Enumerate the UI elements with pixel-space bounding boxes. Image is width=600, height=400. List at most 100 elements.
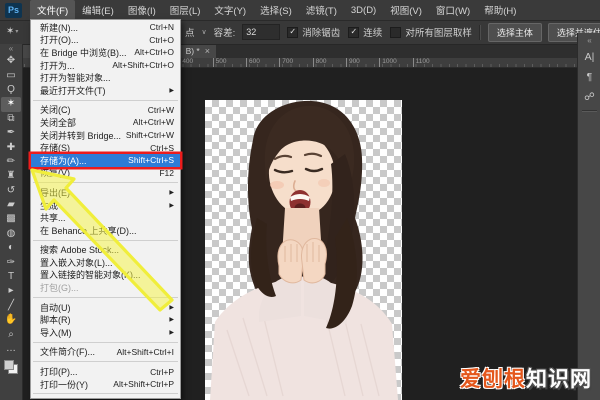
menubar-item[interactable]: 帮助(H) (477, 0, 523, 20)
menu-item-label: 搜索 Adobe Stock... (40, 243, 119, 256)
menubar-item[interactable]: 文字(Y) (207, 0, 253, 20)
dodge-tool[interactable]: ◐ (1, 241, 21, 255)
menu-item[interactable]: 存储为(A)... Shift+Ctrl+S ▶ (31, 154, 180, 167)
line-tool[interactable]: ╱ (1, 299, 21, 313)
brush-tool[interactable]: ✏ (1, 155, 21, 169)
menu-item[interactable]: 自动(U) ▶ (31, 301, 180, 314)
menu-item-shortcut: F12 (159, 168, 174, 178)
crop-tool[interactable]: ⧉ (1, 112, 21, 126)
gradient-tool[interactable]: ▩ (1, 212, 21, 226)
menubar-item[interactable]: 滤镜(T) (299, 0, 344, 20)
menubar-item[interactable]: 窗口(W) (429, 0, 477, 20)
tool-preset-picker[interactable]: ✶ ▾ (6, 23, 30, 40)
menu-item[interactable]: 脚本(R) ▶ (31, 313, 180, 326)
history-brush-tool[interactable]: ↺ (1, 184, 21, 198)
menu-item[interactable]: 置入链接的智能对象(K)... ▶ (31, 269, 180, 282)
menubar-item[interactable]: 文件(F) (30, 0, 75, 20)
move-tool[interactable]: ✥ (1, 54, 21, 68)
menu-item[interactable]: 关闭(C) Ctrl+W ▶ (31, 104, 180, 117)
menubar-item[interactable]: 选择(S) (253, 0, 299, 20)
path-select-tool[interactable]: ▸ (1, 284, 21, 298)
clone-stamp-tool[interactable]: ♜ (1, 169, 21, 183)
menu-item-label: 文件简介(F)... (40, 345, 95, 358)
menu-item[interactable]: 在 Behance 上共享(D)... ▶ (31, 224, 180, 237)
menu-item[interactable]: 恢复(V) F12 ▶ (31, 167, 180, 180)
type-tool[interactable]: T (1, 270, 21, 284)
menu-item[interactable]: ▶ (31, 390, 180, 397)
menu-item[interactable]: 在 Bridge 中浏览(B)... Alt+Ctrl+O ▶ (31, 46, 180, 59)
ruler-tick-label: 700 (279, 58, 312, 67)
paragraph-panel[interactable]: ¶ (579, 67, 600, 87)
caret-down-icon: ▾ (15, 28, 18, 35)
menu-item[interactable]: 关闭并转到 Bridge... Shift+Ctrl+W ▶ (31, 129, 180, 142)
options-checkbox[interactable]: ✓ 消除锯齿 (287, 25, 340, 39)
menu-item-label: 存储(S) (40, 141, 70, 154)
menu-item-label: 打印(P)... (40, 365, 78, 378)
watermark-orange-text: 爱刨根 (460, 368, 526, 391)
menu-item-label: 关闭并转到 Bridge... (40, 129, 121, 142)
more-tools[interactable]: … (1, 342, 21, 356)
menu-item[interactable]: 打包(G)... ▶ (31, 281, 180, 294)
character-panel[interactable]: A| (579, 47, 600, 67)
zoom-tool[interactable]: ⌕ (1, 327, 21, 341)
menu-item[interactable]: 新建(N)... Ctrl+N ▶ (31, 21, 180, 34)
menubar-item[interactable]: 3D(D) (344, 2, 383, 19)
options-checkbox[interactable]: ✓ 连续 (348, 25, 382, 39)
tolerance-input[interactable] (242, 24, 280, 40)
menubar-item[interactable]: 视图(V) (383, 0, 429, 20)
marquee-tool[interactable]: ▭ (1, 68, 21, 82)
expand-panels-icon[interactable]: « (587, 35, 591, 47)
menu-item[interactable]: 最近打开文件(T) ▶ (31, 84, 180, 97)
menu-item[interactable]: 打印(P)... Ctrl+P ▶ (31, 365, 180, 378)
menu-item-label: 打包(G)... (40, 281, 79, 294)
menu-item[interactable]: 打开为智能对象... ▶ (31, 71, 180, 84)
menu-item-label: 最近打开文件(T) (40, 84, 106, 97)
menu-item-shortcut: Ctrl+N (150, 22, 174, 32)
menu-item[interactable]: 置入嵌入对象(L)... ▶ (31, 256, 180, 269)
libraries-panel[interactable]: ☍ (579, 87, 600, 107)
magic-wand-tool[interactable]: ✶ (1, 97, 21, 111)
blur-tool[interactable]: ◍ (1, 227, 21, 241)
menu-item-shortcut: Alt+Ctrl+O (134, 47, 174, 57)
submenu-arrow-icon: ▶ (169, 202, 174, 209)
options-checkbox[interactable]: ✓ 对所有图层取样 (390, 25, 472, 39)
menu-item[interactable]: 打印一份(Y) Alt+Shift+Ctrl+P ▶ (31, 378, 180, 391)
tolerance-label: 容差: (214, 25, 236, 39)
collapse-panel-icon[interactable]: « (9, 44, 13, 54)
menu-item[interactable]: 导出(E) ▶ (31, 186, 180, 199)
ruler-tick-label: 600 (246, 58, 279, 67)
menu-item[interactable]: 关闭全部 Alt+Ctrl+W ▶ (31, 116, 180, 129)
watermark-white-text: 知识网 (526, 368, 592, 391)
menu-item-shortcut: Shift+Ctrl+S (128, 155, 174, 165)
healing-brush-tool[interactable]: ✚ (1, 140, 21, 154)
menu-item[interactable]: 共享... ▶ (31, 211, 180, 224)
menu-item-label: 自动(U) (40, 301, 71, 314)
menu-item[interactable]: 存储(S) Ctrl+S ▶ (31, 141, 180, 154)
pen-tool[interactable]: ✑ (1, 255, 21, 269)
menubar-item[interactable]: 图像(I) (121, 0, 163, 20)
document-tab-title: B) * (186, 46, 200, 56)
site-watermark: 爱刨根知识网 (460, 363, 592, 393)
eyedropper-tool[interactable]: ✒ (1, 126, 21, 140)
hand-tool[interactable]: ✋ (1, 313, 21, 327)
ruler-tick-label: 1100 (413, 58, 446, 67)
menu-item[interactable]: 打开(O)... Ctrl+O ▶ (31, 34, 180, 47)
close-tab-icon[interactable]: × (205, 46, 210, 56)
menu-item[interactable]: 打开为... Alt+Shift+Ctrl+O ▶ (31, 59, 180, 72)
menu-item[interactable]: 生成 ▶ (31, 199, 180, 212)
checkbox-icon: ✓ (287, 27, 298, 38)
menubar-item[interactable]: 编辑(E) (75, 0, 121, 20)
photoshop-window: Ps 文件(F) 编辑(E) 图像(I) 图层(L) 文字(Y) 选择(S) 滤… (0, 0, 600, 400)
menubar-item[interactable]: 图层(L) (163, 0, 208, 20)
foreground-background-colors[interactable] (4, 360, 18, 374)
menu-item[interactable]: 导入(M) ▶ (31, 326, 180, 339)
document-canvas[interactable] (205, 100, 402, 400)
file-menu-dropdown: 新建(N)... Ctrl+N ▶ 打开(O)... Ctrl+O ▶ 在 Br… (30, 19, 181, 399)
eraser-tool[interactable]: ▰ (1, 198, 21, 212)
options-button[interactable]: 选择主体 (488, 23, 542, 42)
lasso-tool[interactable]: Ϙ (1, 83, 21, 97)
menu-item[interactable]: 搜索 Adobe Stock... ▶ (31, 244, 180, 257)
checkbox-icon: ✓ (348, 27, 359, 38)
menu-item[interactable]: 文件简介(F)... Alt+Shift+Ctrl+I ▶ (31, 346, 180, 359)
chevron-down-icon[interactable]: ∨ (202, 28, 207, 36)
